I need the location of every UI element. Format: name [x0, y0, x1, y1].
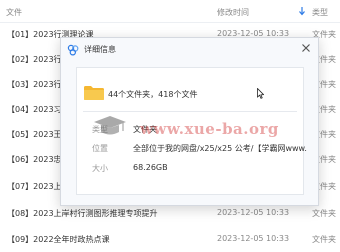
- size-value: 68.26GB: [133, 163, 168, 172]
- file-name: 【05】2023王: [7, 130, 62, 139]
- column-date-header[interactable]: 修改时间: [217, 7, 249, 18]
- column-type-header[interactable]: 类型: [312, 7, 328, 18]
- mouse-cursor-icon: [257, 88, 264, 99]
- sort-arrow-icon[interactable]: [298, 6, 306, 16]
- column-name-header[interactable]: 文件: [6, 7, 22, 18]
- file-row[interactable]: 【09】2022全年时政热点课 2023-12-05 10:33 文件夹: [0, 227, 340, 251]
- size-label: 大小: [92, 164, 108, 173]
- location-value[interactable]: 全部位于我的网盘/x25/x25 公考/【学霸网www.: [133, 143, 307, 154]
- file-list-header: 文件 修改时间 类型: [0, 0, 340, 23]
- file-name: 【08】2023上岸村行测图形推理专项提升: [7, 209, 158, 218]
- file-name: 【09】2022全年时政热点课: [7, 235, 110, 244]
- details-icon: [67, 44, 79, 56]
- file-date: 2023-12-05 10:33: [217, 208, 290, 217]
- dialog-title: 详细信息: [84, 45, 116, 54]
- selection-summary: 44个文件夹，418个文件: [108, 90, 198, 99]
- file-type: 文件夹: [312, 235, 336, 244]
- divider: [83, 111, 297, 112]
- file-date: 2023-12-05 10:33: [217, 234, 290, 243]
- file-name: 【03】2023行: [7, 80, 62, 89]
- details-dialog: 详细信息 44个文件夹，418个文件 类型 文件夹 位置 全部位于我的网盘/x2…: [60, 37, 319, 206]
- file-name: 【02】2023行: [7, 55, 62, 64]
- watermark-text: www.xue-ba.org: [140, 120, 279, 138]
- file-type: 文件夹: [312, 209, 336, 218]
- location-label: 位置: [92, 144, 108, 153]
- mortarboard-icon: [94, 116, 126, 135]
- file-name: 【06】2023忠: [7, 155, 62, 164]
- file-name: 【07】2023上: [7, 182, 62, 191]
- file-name: 【04】2023习: [7, 105, 62, 114]
- dialog-body: 44个文件夹，418个文件 类型 文件夹 位置 全部位于我的网盘/x25/x25…: [76, 67, 307, 195]
- folder-icon: [84, 86, 104, 100]
- close-icon[interactable]: [301, 43, 311, 53]
